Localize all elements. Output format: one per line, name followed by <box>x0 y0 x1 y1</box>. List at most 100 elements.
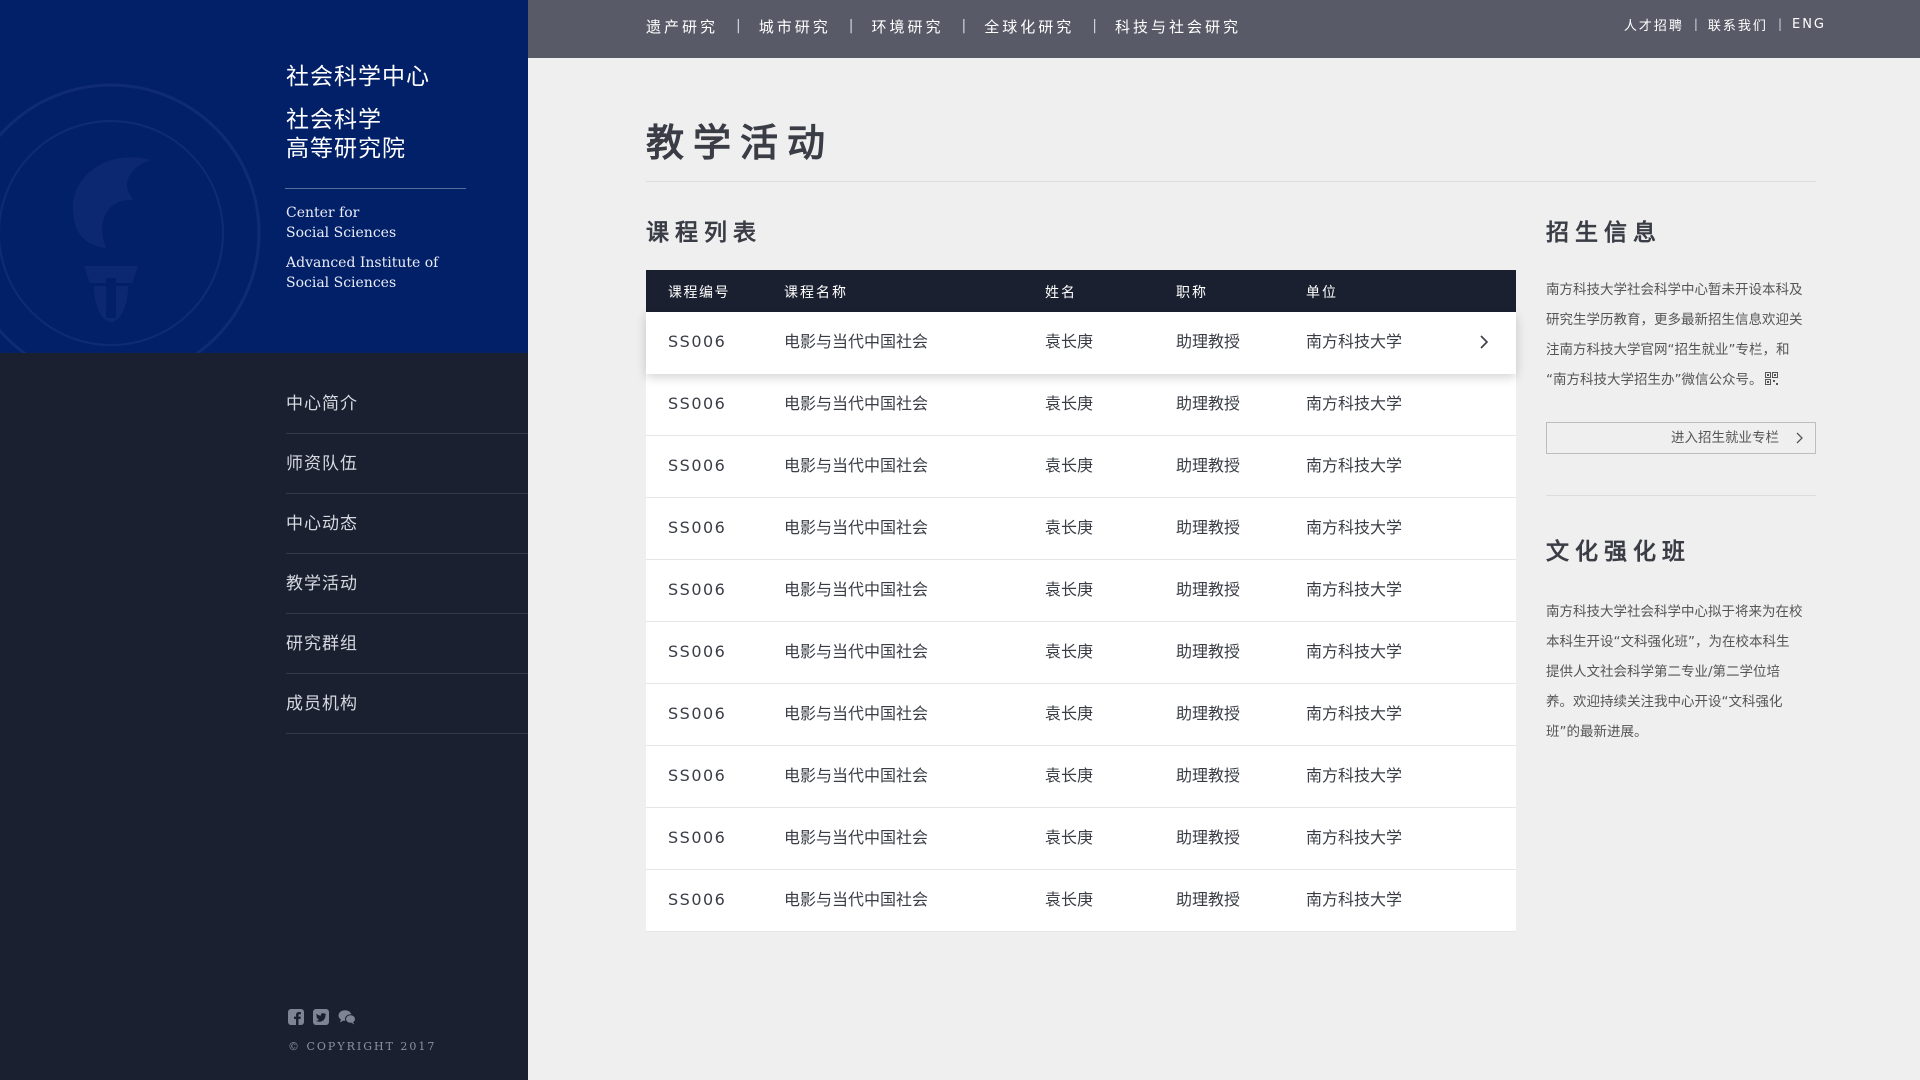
nav-separator: | <box>1777 17 1782 31</box>
sidebar-item-research-groups[interactable]: 研究群组 <box>286 614 528 674</box>
contact-link[interactable]: 联系我们 <box>1708 15 1768 34</box>
brand-panel: 社会科学中心 社会科学 高等研究院 Center for Social Scie… <box>0 0 528 353</box>
cell-institution: 南方科技大学 <box>1306 580 1403 599</box>
brand-subtitle-en: Advanced Institute of Social Sciences <box>286 253 466 293</box>
column-header-course-id: 课程编号 <box>668 285 730 301</box>
sidebar-item-faculty[interactable]: 师资队伍 <box>286 434 528 494</box>
brand-en-line: Advanced Institute of <box>286 255 439 271</box>
cell-institution: 南方科技大学 <box>1306 456 1403 475</box>
table-row[interactable]: SS006 电影与当代中国社会 袁长庚 助理教授 南方科技大学 <box>646 622 1516 684</box>
table-row[interactable]: SS006 电影与当代中国社会 袁长庚 助理教授 南方科技大学 <box>646 312 1516 374</box>
careers-link[interactable]: 人才招聘 <box>1624 15 1684 34</box>
cell-name: 袁长庚 <box>1045 766 1094 785</box>
culture-text-line: 本科生开设“文科强化班”，为在校本科生 <box>1546 634 1790 650</box>
cell-name: 袁长庚 <box>1045 332 1094 351</box>
sidebar-item-teaching[interactable]: 教学活动 <box>286 554 528 614</box>
cell-course-id: SS006 <box>668 394 727 413</box>
nav-separator: | <box>1092 18 1097 34</box>
topnav-item-heritage[interactable]: 遗产研究 <box>646 16 718 37</box>
cell-course-id: SS006 <box>668 828 727 847</box>
table-row[interactable]: SS006 电影与当代中国社会 袁长庚 助理教授 南方科技大学 <box>646 870 1516 932</box>
brand-title-cn: 社会科学中心 <box>286 64 430 90</box>
course-table: 课程编号 课程名称 姓名 职称 单位 SS006 电影与当代中国社会 袁长庚 助… <box>646 270 1516 932</box>
cell-course-id: SS006 <box>668 704 727 723</box>
brand-divider <box>285 188 466 189</box>
cell-title: 助理教授 <box>1176 394 1241 413</box>
cell-course-id: SS006 <box>668 580 727 599</box>
cell-course-name: 电影与当代中国社会 <box>784 828 929 847</box>
cell-title: 助理教授 <box>1176 518 1241 537</box>
aside-divider <box>1546 495 1816 496</box>
admissions-text-line-content: “南方科技大学招生办”微信公众号。 <box>1546 372 1763 388</box>
admissions-column-button[interactable]: 进入招生就业专栏 <box>1546 422 1816 454</box>
cell-institution: 南方科技大学 <box>1306 642 1403 661</box>
twitter-icon[interactable] <box>313 1009 329 1025</box>
cell-institution: 南方科技大学 <box>1306 828 1403 847</box>
cell-institution: 南方科技大学 <box>1306 394 1403 413</box>
cell-course-name: 电影与当代中国社会 <box>784 890 929 909</box>
cell-course-name: 电影与当代中国社会 <box>784 766 929 785</box>
sidebar-item-members[interactable]: 成员机构 <box>286 674 528 734</box>
cell-title: 助理教授 <box>1176 332 1241 351</box>
sidebar-item-news[interactable]: 中心动态 <box>286 494 528 554</box>
culture-text-line: 南方科技大学社会科学中心拟于将来为在校 <box>1546 604 1803 620</box>
cell-course-name: 电影与当代中国社会 <box>784 394 929 413</box>
social-links <box>288 1009 356 1025</box>
nav-separator: | <box>961 18 967 34</box>
top-bar: 遗产研究 | 城市研究 | 环境研究 | 全球化研究 | 科技与社会研究 人才招… <box>528 0 1920 58</box>
course-list-title: 课程列表 <box>646 219 762 246</box>
cell-institution: 南方科技大学 <box>1306 332 1403 351</box>
topnav-item-sts[interactable]: 科技与社会研究 <box>1115 16 1241 37</box>
admissions-title: 招生信息 <box>1546 219 1662 246</box>
table-row[interactable]: SS006 电影与当代中国社会 袁长庚 助理教授 南方科技大学 <box>646 560 1516 622</box>
cell-institution: 南方科技大学 <box>1306 704 1403 723</box>
sidebar-item-about[interactable]: 中心简介 <box>286 374 528 434</box>
admissions-text-line: 注南方科技大学官网“招生就业”专栏，和 <box>1546 342 1790 358</box>
chevron-right-icon[interactable] <box>1478 334 1490 350</box>
table-row[interactable]: SS006 电影与当代中国社会 袁长庚 助理教授 南方科技大学 <box>646 374 1516 436</box>
brand-en-line: Social Sciences <box>286 225 397 241</box>
admissions-text-line: “南方科技大学招生办”微信公众号。 <box>1546 365 1818 395</box>
brand-en-line: Center for <box>286 205 360 221</box>
cell-name: 袁长庚 <box>1045 704 1094 723</box>
brand-text: 社会科学中心 社会科学 高等研究院 Center for Social Scie… <box>285 60 466 293</box>
admissions-text-line: 研究生学历教育，更多最新招生信息欢迎关 <box>1546 312 1803 328</box>
cell-course-id: SS006 <box>668 518 727 537</box>
cell-course-name: 电影与当代中国社会 <box>784 642 929 661</box>
table-row[interactable]: SS006 电影与当代中国社会 袁长庚 助理教授 南方科技大学 <box>646 436 1516 498</box>
cell-title: 助理教授 <box>1176 766 1241 785</box>
culture-text-line: 班”的最新进展。 <box>1546 724 1648 740</box>
page-title: 教学活动 <box>646 120 835 165</box>
topnav-item-urban[interactable]: 城市研究 <box>759 16 831 37</box>
cell-title: 助理教授 <box>1176 828 1241 847</box>
chevron-right-icon <box>1796 432 1803 444</box>
admissions-button-label: 进入招生就业专栏 <box>1671 430 1779 445</box>
sidebar: 社会科学中心 社会科学 高等研究院 Center for Social Scie… <box>0 0 528 1080</box>
table-row[interactable]: SS006 电影与当代中国社会 袁长庚 助理教授 南方科技大学 <box>646 498 1516 560</box>
english-language-link[interactable]: ENG <box>1792 17 1826 32</box>
culture-class-title: 文化强化班 <box>1546 538 1691 565</box>
brand-title-en: Center for Social Sciences <box>286 203 466 243</box>
cell-title: 助理教授 <box>1176 642 1241 661</box>
cell-course-name: 电影与当代中国社会 <box>784 580 929 599</box>
cell-course-id: SS006 <box>668 766 727 785</box>
topnav-item-environment[interactable]: 环境研究 <box>871 16 943 37</box>
admissions-text-line: 南方科技大学社会科学中心暂未开设本科及 <box>1546 282 1803 298</box>
qrcode-icon[interactable] <box>1764 372 1778 385</box>
cell-institution: 南方科技大学 <box>1306 890 1403 909</box>
culture-text-line: 养。欢迎持续关注我中心开设“文科强化 <box>1546 694 1783 710</box>
cell-course-name: 电影与当代中国社会 <box>784 332 929 351</box>
cell-course-name: 电影与当代中国社会 <box>784 518 929 537</box>
facebook-icon[interactable] <box>288 1009 304 1025</box>
topnav-item-globalization[interactable]: 全球化研究 <box>984 16 1074 37</box>
cell-name: 袁长庚 <box>1045 828 1094 847</box>
column-header-institution: 单位 <box>1306 285 1338 301</box>
table-row[interactable]: SS006 电影与当代中国社会 袁长庚 助理教授 南方科技大学 <box>646 684 1516 746</box>
table-row[interactable]: SS006 电影与当代中国社会 袁长庚 助理教授 南方科技大学 <box>646 746 1516 808</box>
table-row[interactable]: SS006 电影与当代中国社会 袁长庚 助理教授 南方科技大学 <box>646 808 1516 870</box>
wechat-icon[interactable] <box>338 1009 356 1025</box>
cell-course-id: SS006 <box>668 890 727 909</box>
copyright-text: © COPYRIGHT 2017 <box>288 1040 437 1053</box>
cell-name: 袁长庚 <box>1045 642 1094 661</box>
utility-links: 人才招聘 | 联系我们 | ENG <box>1624 0 1826 48</box>
